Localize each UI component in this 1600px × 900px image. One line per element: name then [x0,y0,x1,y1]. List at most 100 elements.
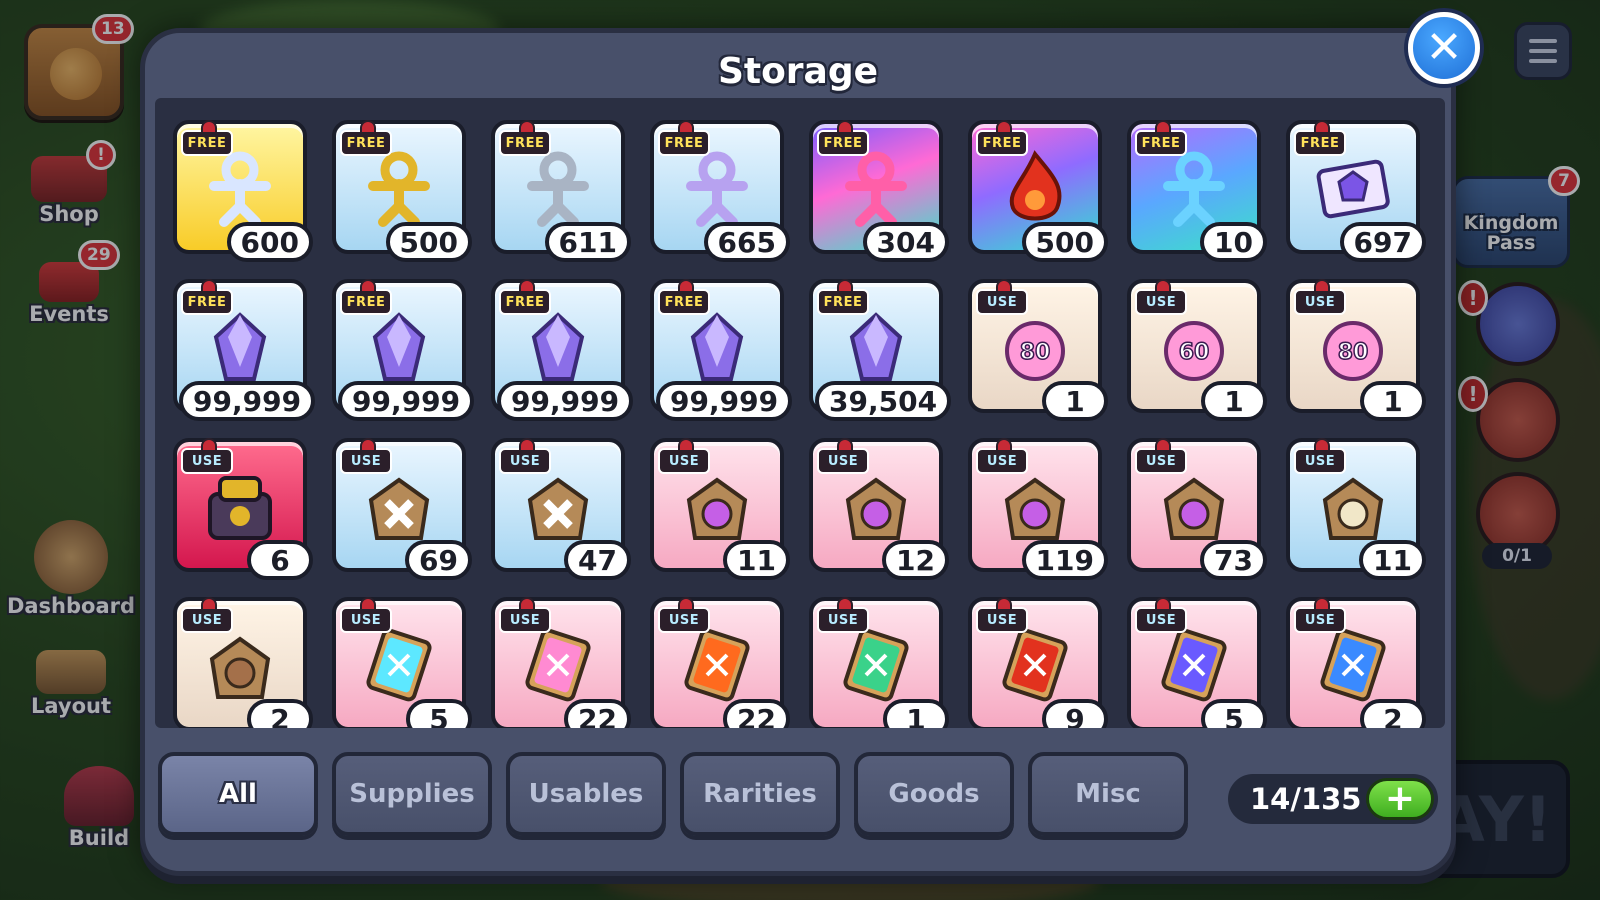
purple-pouch-chest-icon [990,464,1080,548]
item-tag-label: FREE [187,135,227,151]
mailbox-icon [519,438,535,452]
storage-item-slot[interactable]: FREE 611 [491,120,631,262]
storage-item-slot[interactable]: USE 47 [491,438,631,580]
storage-item-slot[interactable]: USE 119 [968,438,1108,580]
expand-storage-button[interactable]: + [1366,778,1434,820]
storage-item-slot[interactable]: USE 1 [809,597,949,728]
mailbox-icon [678,438,694,452]
storage-item-slot[interactable]: USE 5 [1127,597,1267,728]
svg-text:60: 60 [1179,340,1210,365]
item-quantity: 99,999 [179,381,316,421]
item-quantity: 611 [544,222,631,262]
item-quantity: 1 [883,699,949,728]
storage-item-slot[interactable]: USE 73 [1127,438,1267,580]
mailbox-icon [519,279,535,293]
item-quantity: 73 [1200,540,1267,580]
item-quantity: 39,504 [815,381,952,421]
item-tag-label: USE [350,453,382,469]
storage-item-slot[interactable]: FREE 10 [1127,120,1267,262]
storage-item-slot[interactable]: FREE 39,504 [809,279,952,421]
storage-item-slot[interactable]: USE 80 1 [968,279,1108,421]
storage-item-slot[interactable]: USE 2 [1286,597,1426,728]
item-tag-label: FREE [187,294,227,310]
tab-usables[interactable]: Usables [506,752,666,836]
mailbox-icon [678,597,694,611]
storage-grid-area[interactable]: FREE 600 FREE 500 FREE 611 FREE 665 FREE 304 FREE 5… [155,98,1445,728]
close-button[interactable]: ✕ [1408,12,1480,84]
mailbox-icon [1314,597,1330,611]
mailbox-icon [837,438,853,452]
golden-cookie-icon [354,146,444,230]
storage-item-slot[interactable]: FREE 99,999 [491,279,634,421]
tab-supplies[interactable]: Supplies [332,752,492,836]
storage-item-slot[interactable]: USE 11 [1286,438,1426,580]
storage-item-slot[interactable]: USE 12 [809,438,949,580]
storage-item-slot[interactable]: FREE 99,999 [173,279,316,421]
item-tag-badge: FREE [181,279,233,315]
item-tag-badge: USE [976,597,1028,633]
blue-topping-card-icon [1308,623,1398,707]
item-tag-label: FREE [346,294,386,310]
item-quantity: 1 [1360,381,1426,421]
storage-item-slot[interactable]: USE 69 [332,438,472,580]
purple-pouch-chest-icon [1149,464,1239,548]
item-quantity: 6 [247,540,313,580]
pink-cookie-cutter-icon [831,146,921,230]
storage-item-slot[interactable]: USE 80 1 [1286,279,1426,421]
storage-item-slot[interactable]: FREE 99,999 [650,279,793,421]
storage-item-slot[interactable]: FREE 600 [173,120,313,262]
item-tag-badge: FREE [499,279,551,315]
item-quantity: 9 [1042,699,1108,728]
item-tag-label: USE [1145,453,1177,469]
purple-topping-card-icon [1149,623,1239,707]
plus-icon: + [1384,778,1416,819]
tab-all[interactable]: All [158,752,318,836]
item-quantity: 47 [564,540,631,580]
storage-item-slot[interactable]: USE 6 [173,438,313,580]
item-tag-badge: USE [340,597,392,633]
tab-rarities[interactable]: Rarities [680,752,840,836]
treasure-chest-icon [195,464,285,548]
storage-item-slot[interactable]: USE 9 [968,597,1108,728]
mailbox-icon [678,120,694,134]
brown-pouch-chest-icon [195,623,285,707]
storage-item-slot[interactable]: FREE 500 [332,120,472,262]
storage-item-slot[interactable]: USE 60 1 [1127,279,1267,421]
item-tag-badge: USE [340,438,392,474]
crystal-shard-icon [672,305,762,389]
storage-item-slot[interactable]: USE 22 [650,597,790,728]
item-tag-label: USE [1304,294,1336,310]
storage-item-slot[interactable]: FREE 99,999 [332,279,475,421]
item-tag-label: USE [509,612,541,628]
storage-item-slot[interactable]: USE 11 [650,438,790,580]
storage-item-slot[interactable]: FREE 697 [1286,120,1426,262]
tab-misc[interactable]: Misc [1028,752,1188,836]
orange-topping-card-icon [672,623,762,707]
storage-item-slot[interactable]: USE 22 [491,597,631,728]
mailbox-icon [360,120,376,134]
item-tag-badge: USE [817,438,869,474]
item-tag-badge: FREE [658,120,710,156]
item-quantity: 500 [385,222,472,262]
mailbox-icon [837,597,853,611]
purple-pouch-chest-icon [672,464,762,548]
mailbox-icon [201,597,217,611]
item-tag-badge: FREE [340,279,392,315]
gem-ticket-icon [1308,146,1398,230]
mailbox-icon [1314,438,1330,452]
storage-item-slot[interactable]: USE 2 [173,597,313,728]
svg-text:80: 80 [1020,340,1051,365]
storage-item-slot[interactable]: FREE 304 [809,120,949,262]
item-tag-label: USE [1145,612,1177,628]
tab-goods[interactable]: Goods [854,752,1014,836]
mailbox-icon [837,279,853,293]
storage-item-slot[interactable]: FREE 665 [650,120,790,262]
level-60-pouch-icon: 60 [1149,305,1239,389]
modal-title: Storage [717,51,879,92]
grey-cookie-cutter-icon [513,146,603,230]
storage-item-slot[interactable]: FREE 500 [968,120,1108,262]
item-tag-label: FREE [346,135,386,151]
item-tag-badge: USE [1135,597,1187,633]
storage-item-slot[interactable]: USE 5 [332,597,472,728]
item-quantity: 99,999 [656,381,793,421]
